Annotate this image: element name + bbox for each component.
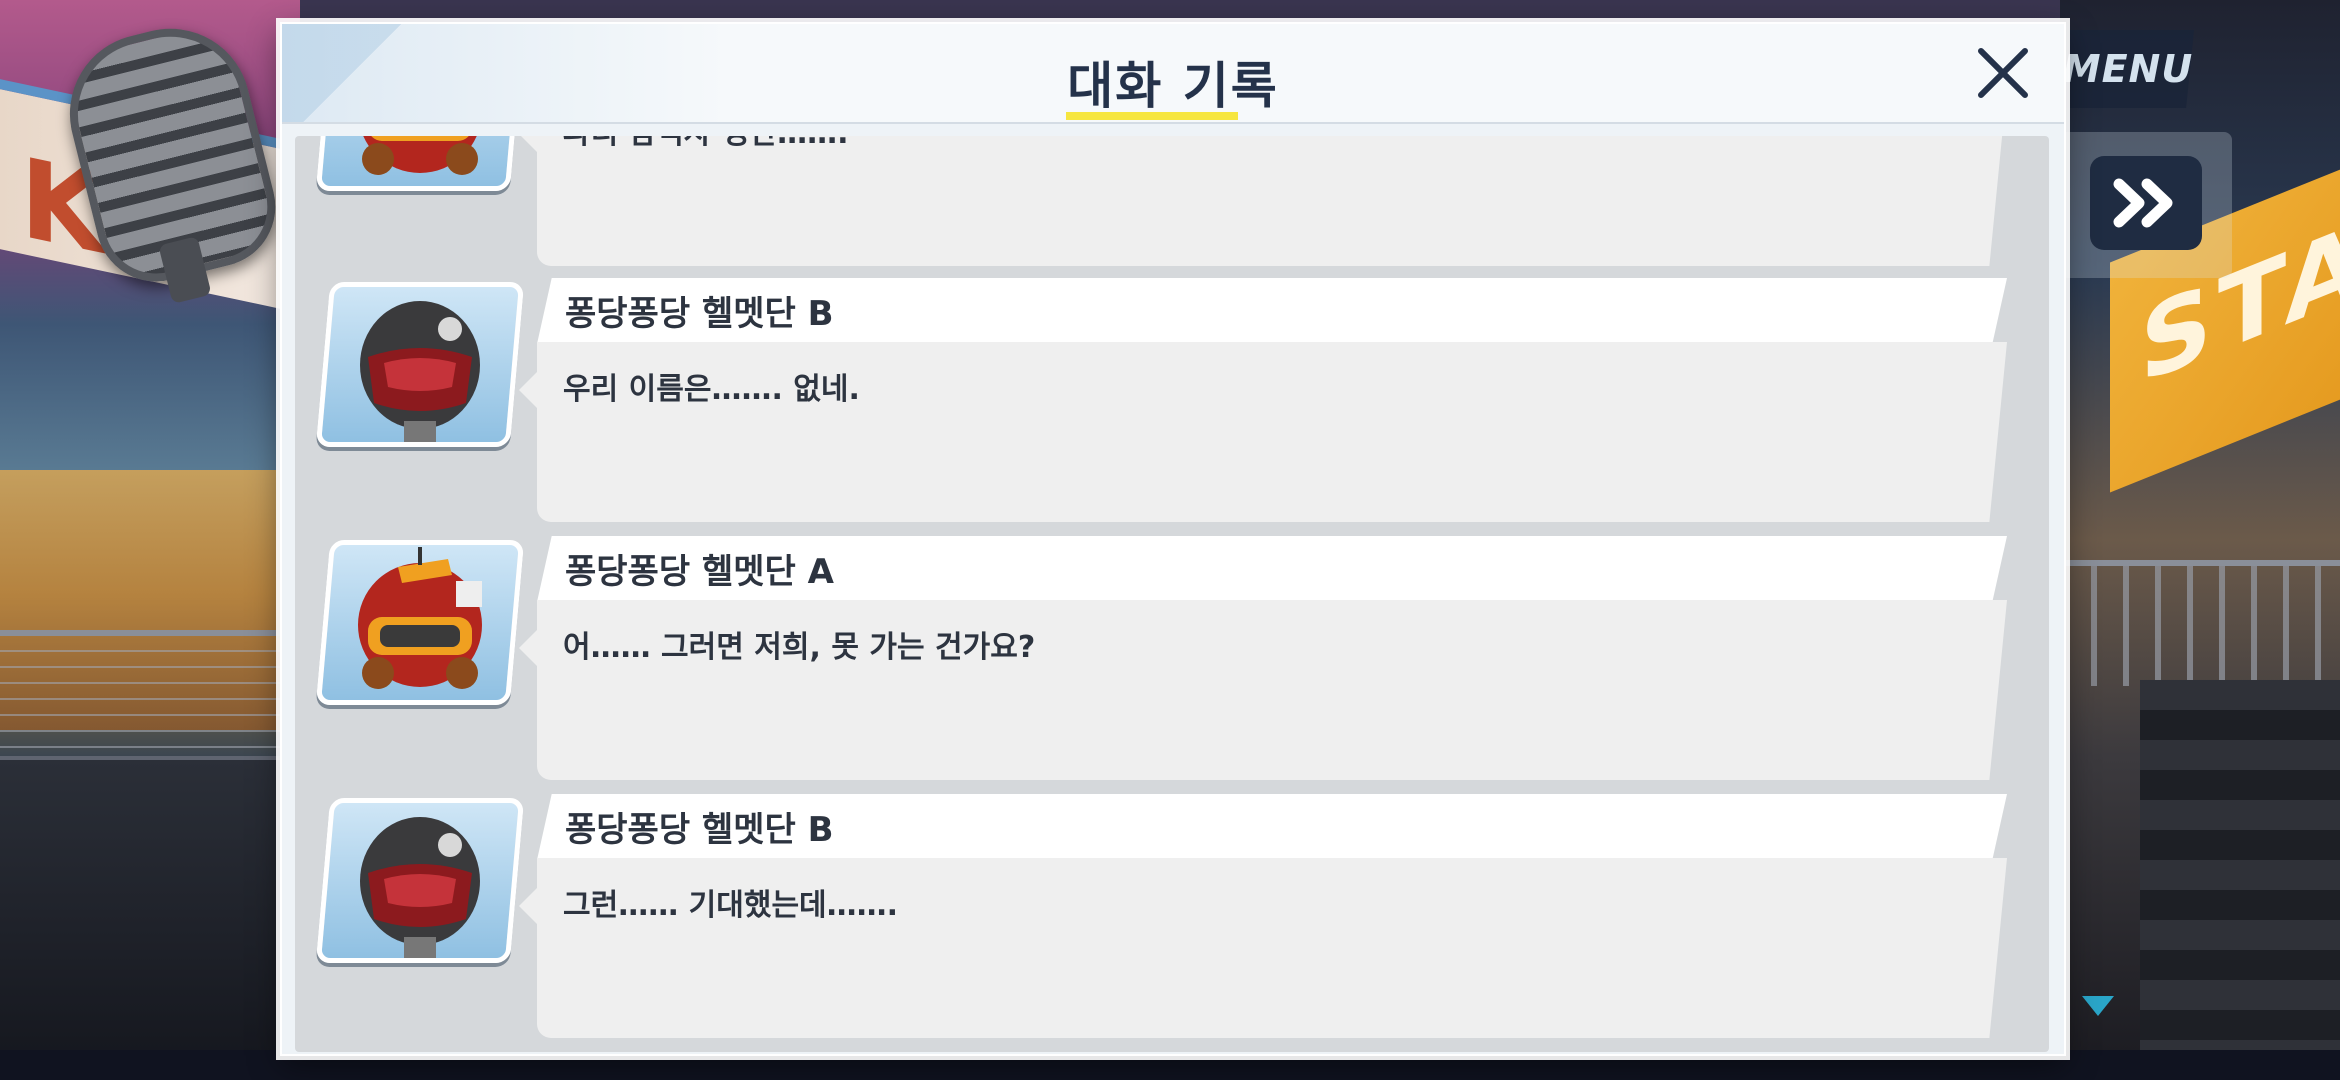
modal-header: 대화 기록 xyxy=(282,24,2064,124)
red-helmet-avatar xyxy=(315,540,525,705)
dialogue-log-modal: 대화 기록 퐁당퐁당 헬멧단 B 우리 이름은……. 없네. 퐁당퐁당 헬멧단 … xyxy=(280,22,2066,1056)
speaker-name: 퐁당퐁당 헬멧단 B xyxy=(565,810,834,850)
dialogue-log-list[interactable]: 파티 참석자 명단……. 퐁당퐁당 헬멧단 B 우리 이름은……. 없네. xyxy=(295,136,2049,1052)
menu-button[interactable]: MENU xyxy=(2062,30,2194,108)
modal-title: 대화 기록 xyxy=(1067,57,1279,115)
floor-left xyxy=(0,760,290,1080)
skip-button[interactable] xyxy=(2090,156,2202,250)
black-helmet-avatar xyxy=(315,798,525,963)
stairs-right xyxy=(2140,680,2340,1080)
railing-right xyxy=(2065,560,2340,686)
menu-label: MENU xyxy=(2062,47,2194,91)
dialogue-text: 파티 참석자 명단……. xyxy=(563,136,849,152)
dialogue-text: 어…… 그러면 저희, 못 가는 건가요? xyxy=(563,630,1036,665)
log-entry: 파티 참석자 명단……. xyxy=(295,136,2049,266)
speech-bubble xyxy=(507,136,2007,266)
log-entry: 퐁당퐁당 헬멧단 A 어…… 그러면 저희, 못 가는 건가요? xyxy=(295,536,2049,780)
triangle-down-icon xyxy=(2082,996,2114,1016)
dialogue-text: 그런…… 기대했는데……. xyxy=(563,888,899,923)
log-entry: 퐁당퐁당 헬멧단 B 그런…… 기대했는데……. xyxy=(295,794,2049,1038)
speaker-name: 퐁당퐁당 헬멧단 A xyxy=(565,552,834,592)
title-underline xyxy=(1066,112,1238,120)
close-button[interactable] xyxy=(1970,40,2036,106)
bubble-body xyxy=(537,136,2007,266)
dialogue-text: 우리 이름은……. 없네. xyxy=(563,372,860,407)
fast-forward-icon xyxy=(2113,178,2173,228)
log-entry: 퐁당퐁당 헬멧단 B 우리 이름은……. 없네. xyxy=(295,278,2049,522)
railing-left xyxy=(0,630,280,760)
black-helmet-avatar xyxy=(315,282,525,447)
speaker-name: 퐁당퐁당 헬멧단 B xyxy=(565,294,834,334)
close-icon xyxy=(1978,48,2028,98)
red-helmet-avatar xyxy=(315,136,525,191)
